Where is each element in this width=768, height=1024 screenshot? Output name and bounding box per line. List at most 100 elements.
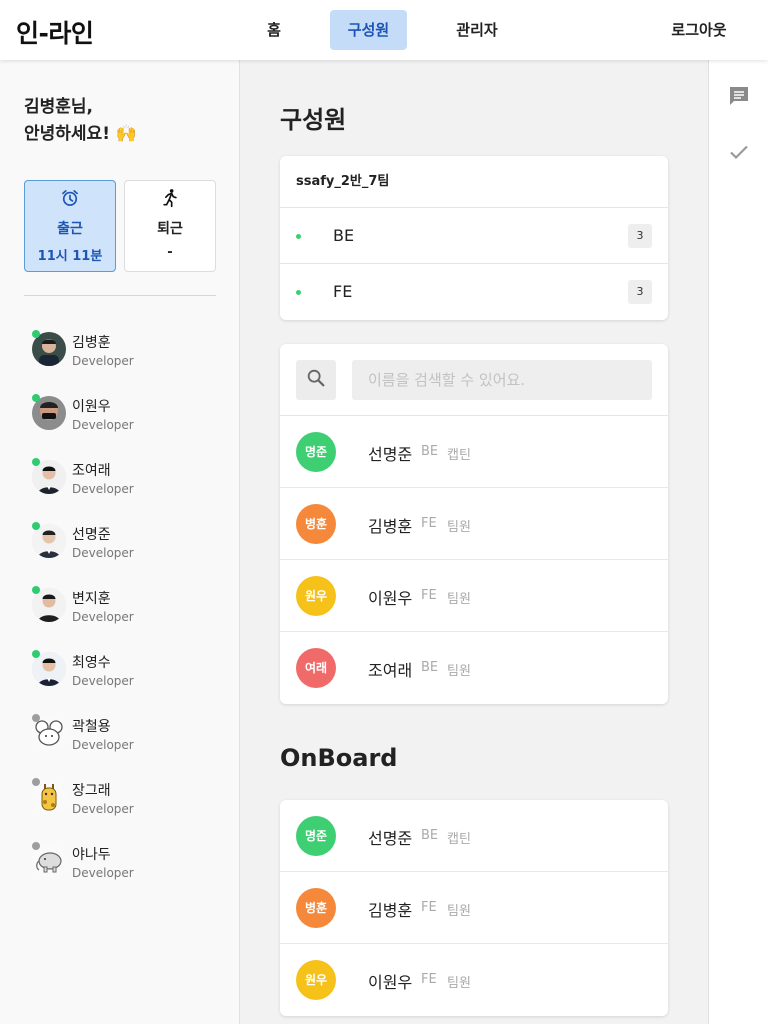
group-count-badge: 3	[628, 280, 652, 304]
member-badge: 명준	[296, 432, 336, 472]
member-row[interactable]: 명준 선명준 BE 캡틴	[280, 416, 668, 488]
onboard-card: 명준 선명준 BE 캡틴 병훈 김병훈 FE 팀원 원우 이원우 FE 팀원	[280, 800, 668, 1016]
member-role: 팀원	[447, 664, 471, 679]
status-dot	[32, 842, 40, 850]
member-role: Developer	[72, 354, 134, 368]
member-role: Developer	[72, 674, 134, 688]
member-badge: 원우	[296, 960, 336, 1000]
search-icon	[305, 367, 327, 393]
member-role: Developer	[72, 482, 134, 496]
member-name: 장그래	[72, 783, 111, 799]
check-in-label: 출근	[57, 221, 83, 237]
nav-members[interactable]: 구성원	[330, 10, 407, 50]
member-name: 김병훈	[368, 517, 413, 536]
team-name: ssafy_2반_7팀	[280, 156, 668, 208]
member-name: 김병훈	[72, 335, 111, 351]
member-list-item[interactable]: 선명준 Developer	[32, 514, 232, 562]
member-name: 변지훈	[72, 591, 111, 607]
logout-button[interactable]: 로그아웃	[660, 10, 738, 50]
check-out-button[interactable]: 퇴근 -	[124, 180, 216, 272]
member-badge: 병훈	[296, 504, 336, 544]
member-list-item[interactable]: 조여래 Developer	[32, 450, 232, 498]
status-dot	[32, 394, 40, 402]
right-rail	[708, 60, 768, 1024]
member-list-item[interactable]: 장그래 Developer	[32, 770, 232, 818]
status-dot	[32, 778, 40, 786]
member-badge: 원우	[296, 576, 336, 616]
member-role: 팀원	[447, 520, 471, 535]
member-name: 야나두	[72, 847, 111, 863]
check-out-time: -	[167, 245, 173, 260]
status-dot	[32, 714, 40, 722]
members-section-title: 구성원	[280, 106, 347, 134]
member-list-item[interactable]: 변지훈 Developer	[32, 578, 232, 626]
running-person-icon	[125, 188, 215, 208]
member-name: 최영수	[72, 655, 111, 671]
main-content: 구성원 ssafy_2반_7팀 BE 3 FE 3 명준 선명준 BE 캡	[241, 60, 708, 1024]
check-out-label: 퇴근	[157, 221, 183, 237]
member-name: 곽철용	[72, 719, 111, 735]
onboard-row[interactable]: 원우 이원우 FE 팀원	[280, 944, 668, 1016]
top-nav-bar: 인-라인 홈 구성원 관리자 로그아웃	[0, 0, 768, 60]
group-name: FE	[333, 282, 353, 301]
member-team: FE	[421, 972, 437, 987]
member-list-item[interactable]: 이원우 Developer	[32, 386, 232, 434]
member-list-item[interactable]: 최영수 Developer	[32, 642, 232, 690]
team-card: ssafy_2반_7팀 BE 3 FE 3	[280, 156, 668, 320]
search-bar	[280, 344, 668, 416]
nav-admin[interactable]: 관리자	[440, 10, 514, 50]
sidebar-divider	[24, 295, 216, 296]
onboard-row[interactable]: 명준 선명준 BE 캡틴	[280, 800, 668, 872]
member-role: Developer	[72, 418, 134, 432]
search-input[interactable]	[352, 360, 652, 400]
member-role: 캡틴	[447, 448, 471, 463]
chat-icon[interactable]	[727, 84, 751, 108]
check-in-time: 11시 11분	[37, 249, 103, 264]
search-button[interactable]	[296, 360, 336, 400]
member-name: 선명준	[368, 829, 413, 848]
team-group-row[interactable]: BE 3	[280, 208, 668, 264]
onboard-section-title: OnBoard	[280, 744, 398, 772]
group-name: BE	[333, 226, 355, 245]
alarm-clock-icon	[25, 188, 115, 208]
check-icon[interactable]	[727, 140, 751, 164]
bullet-dot	[296, 290, 301, 295]
onboard-row[interactable]: 병훈 김병훈 FE 팀원	[280, 872, 668, 944]
group-count-badge: 3	[628, 224, 652, 248]
member-row[interactable]: 여래 조여래 BE 팀원	[280, 632, 668, 704]
check-in-button[interactable]: 출근 11시 11분	[24, 180, 116, 272]
member-name: 이원우	[368, 589, 413, 608]
member-name: 김병훈	[368, 901, 413, 920]
member-list-item[interactable]: 야나두 Developer	[32, 834, 232, 882]
bullet-dot	[296, 234, 301, 239]
member-name: 선명준	[368, 445, 413, 464]
member-team: BE	[421, 444, 439, 459]
status-dot	[32, 458, 40, 466]
member-search-card: 명준 선명준 BE 캡틴 병훈 김병훈 FE 팀원 원우 이원우 FE 팀원 여…	[280, 344, 668, 704]
member-name: 조여래	[72, 463, 111, 479]
member-role: 팀원	[447, 592, 471, 607]
member-team: FE	[421, 516, 437, 531]
member-role: 팀원	[447, 976, 471, 991]
member-list-item[interactable]: 김병훈 Developer	[32, 322, 232, 370]
status-dot	[32, 650, 40, 658]
app-logo[interactable]: 인-라인	[16, 14, 94, 50]
member-name: 이원우	[368, 973, 413, 992]
member-list-item[interactable]: 곽철용 Developer	[32, 706, 232, 754]
member-row[interactable]: 원우 이원우 FE 팀원	[280, 560, 668, 632]
member-role: Developer	[72, 610, 134, 624]
member-role: Developer	[72, 866, 134, 880]
team-group-row[interactable]: FE 3	[280, 264, 668, 320]
member-badge: 여래	[296, 648, 336, 688]
member-team: FE	[421, 588, 437, 603]
status-dot	[32, 586, 40, 594]
member-row[interactable]: 병훈 김병훈 FE 팀원	[280, 488, 668, 560]
member-role: Developer	[72, 546, 134, 560]
member-name: 조여래	[368, 661, 413, 680]
member-badge: 병훈	[296, 888, 336, 928]
nav-home[interactable]: 홈	[254, 10, 294, 50]
member-role: Developer	[72, 802, 134, 816]
greeting-text: 김병훈님, 안녕하세요! 🙌	[24, 97, 138, 144]
member-role: 캡틴	[447, 832, 471, 847]
sidebar: 김병훈님, 안녕하세요! 🙌 출근 11시 11분 퇴근 - 김병훈 Devel…	[0, 60, 240, 1024]
